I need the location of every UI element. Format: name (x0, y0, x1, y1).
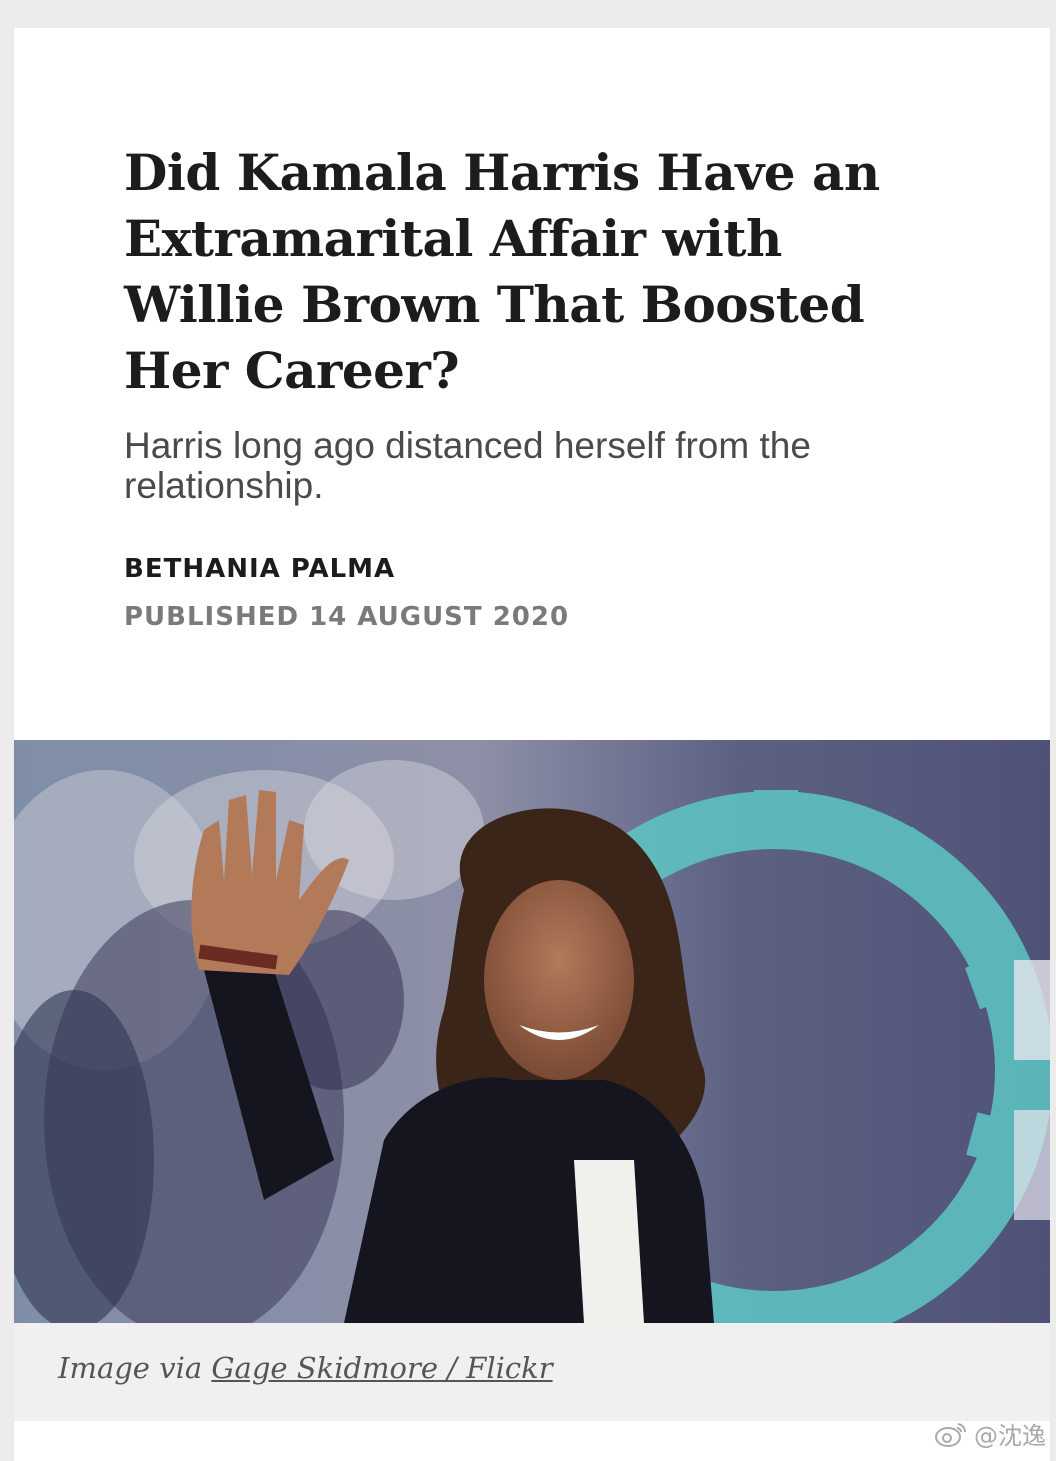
article-header: Did Kamala Harris Have an Extramarital A… (124, 140, 954, 632)
weibo-watermark: @沈逸 (934, 1416, 1046, 1451)
hero-photo (14, 740, 1050, 1323)
published-label: PUBLISHED (124, 602, 300, 632)
image-credit-link[interactable]: Gage Skidmore / Flickr (211, 1351, 552, 1385)
article-card: Did Kamala Harris Have an Extramarital A… (14, 28, 1050, 1461)
hero-photo-illustration (14, 740, 1050, 1323)
image-caption-bar: Image via Gage Skidmore / Flickr (14, 1323, 1050, 1421)
caption-prefix: Image via (58, 1351, 203, 1385)
page-background: Did Kamala Harris Have an Extramarital A… (0, 0, 1056, 1461)
article-headline: Did Kamala Harris Have an Extramarital A… (124, 143, 880, 400)
image-caption: Image via Gage Skidmore / Flickr (58, 1351, 553, 1385)
watermark-handle: @沈逸 (974, 1422, 1046, 1450)
weibo-logo-icon (935, 1422, 967, 1447)
article-subheadline: Harris long ago distanced herself from t… (124, 425, 811, 506)
publish-date: PUBLISHED 14 AUGUST 2020 (124, 602, 954, 632)
author-byline[interactable]: BETHANIA PALMA (124, 554, 954, 584)
published-date-value: 14 AUGUST 2020 (309, 602, 570, 632)
